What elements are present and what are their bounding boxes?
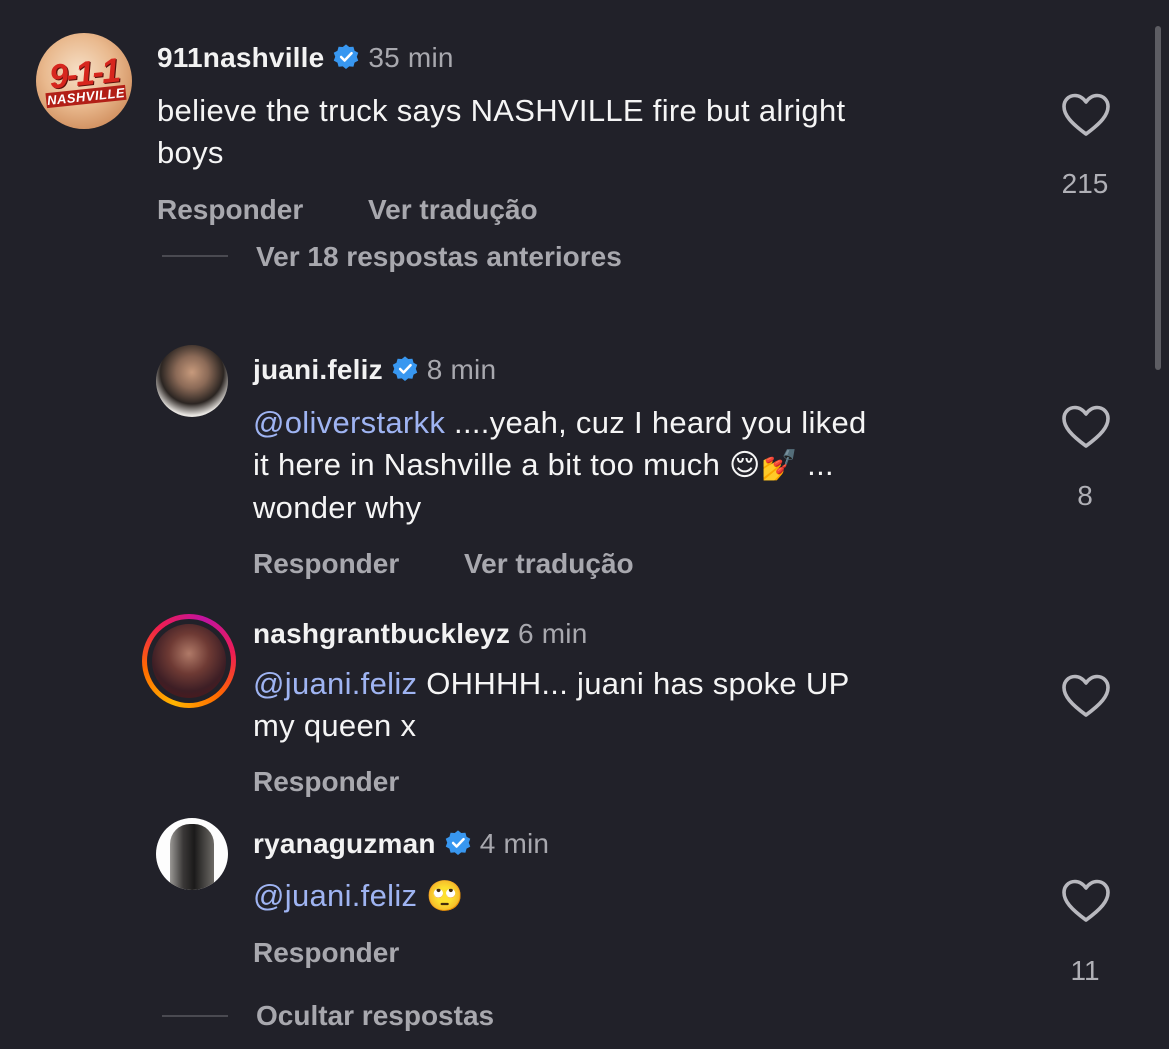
- comment-username-row: ryanaguzman 4 min: [253, 828, 549, 860]
- comment-text-span: ....yeah, cuz I heard you liked: [445, 405, 867, 440]
- mention-link[interactable]: @oliverstarkk: [253, 405, 445, 440]
- comment-text-line: my queen x: [253, 708, 417, 743]
- comment-time: 8 min: [426, 354, 497, 385]
- nail-polish-emoji-icon: 💅: [760, 448, 799, 483]
- comment-username-row: nashgrantbuckleyz 6 min: [253, 618, 588, 650]
- heart-icon[interactable]: [1061, 673, 1111, 719]
- comment-text: believe the truck says NASHVILLE fire bu…: [157, 90, 1037, 174]
- comment-username-row: juani.feliz 8 min: [253, 354, 496, 386]
- comment-time: 6 min: [518, 618, 588, 649]
- comment-text-line: believe the truck says NASHVILLE fire bu…: [157, 93, 846, 128]
- divider-line: [162, 1015, 228, 1017]
- like-count: 215: [1061, 168, 1109, 199]
- hide-replies-button[interactable]: Ocultar respostas: [256, 1000, 494, 1032]
- reply-button[interactable]: Responder: [253, 548, 399, 580]
- comment-text-line: @oliverstarkk ....yeah, cuz I heard you …: [253, 402, 1033, 444]
- like-count: 11: [1070, 955, 1100, 986]
- comment-text: @juani.feliz 🙄: [253, 875, 1033, 918]
- username[interactable]: nashgrantbuckleyz: [253, 618, 510, 649]
- verified-badge-icon: [445, 830, 470, 856]
- avatar-juani-feliz[interactable]: [156, 345, 228, 417]
- comment-text-span: ...: [798, 447, 834, 482]
- view-previous-replies-button[interactable]: Ver 18 respostas anteriores: [256, 241, 622, 273]
- relieved-face-emoji-icon: 😌: [729, 448, 761, 483]
- comment-text: @oliverstarkk ....yeah, cuz I heard you …: [253, 402, 1033, 529]
- mention-link[interactable]: @juani.feliz: [253, 666, 417, 701]
- translate-button[interactable]: Ver tradução: [368, 194, 538, 226]
- translate-button[interactable]: Ver tradução: [464, 548, 634, 580]
- heart-icon[interactable]: [1061, 878, 1111, 924]
- username[interactable]: 911nashville: [157, 42, 324, 73]
- verified-badge-icon: [392, 356, 418, 382]
- like-count: 8: [1077, 480, 1093, 511]
- avatar-nashgrantbuckleyz-story-ring[interactable]: [142, 614, 236, 708]
- scrollbar[interactable]: [1155, 26, 1161, 370]
- comment-text-span: it here in Nashville a bit too much: [253, 447, 730, 482]
- comment-time: 4 min: [479, 828, 550, 859]
- heart-icon[interactable]: [1061, 92, 1111, 138]
- avatar-image: [152, 624, 226, 698]
- avatar-ryanaguzman[interactable]: [156, 818, 228, 890]
- divider-line: [162, 255, 228, 257]
- comment-text-line: wonder why: [253, 490, 422, 525]
- comment-text-line: @juani.feliz 🙄: [253, 875, 1033, 918]
- reply-button[interactable]: Responder: [253, 937, 399, 969]
- mention-link[interactable]: @juani.feliz: [253, 878, 417, 913]
- avatar-911nashville[interactable]: 9-1-1 NASHVILLE: [36, 33, 132, 129]
- comment-text: @juani.feliz OHHHH... juani has spoke UP…: [253, 663, 1033, 747]
- comment-username-row: 911nashville 35 min: [157, 42, 454, 74]
- comment-text-line: @juani.feliz OHHHH... juani has spoke UP: [253, 663, 1033, 705]
- username[interactable]: juani.feliz: [253, 354, 383, 385]
- comment-time: 35 min: [368, 42, 454, 73]
- comment-text-line: it here in Nashville a bit too much 😌💅 .…: [253, 444, 1033, 487]
- reply-button[interactable]: Responder: [253, 766, 399, 798]
- username[interactable]: ryanaguzman: [253, 828, 436, 859]
- heart-icon[interactable]: [1061, 404, 1111, 450]
- comment-text-line: boys: [157, 135, 224, 170]
- avatar-image: [170, 824, 214, 890]
- comment-text-span: OHHHH... juani has spoke UP: [417, 666, 850, 701]
- verified-badge-icon: [334, 44, 359, 70]
- eye-roll-emoji-icon: 🙄: [426, 879, 464, 914]
- reply-button[interactable]: Responder: [157, 194, 303, 226]
